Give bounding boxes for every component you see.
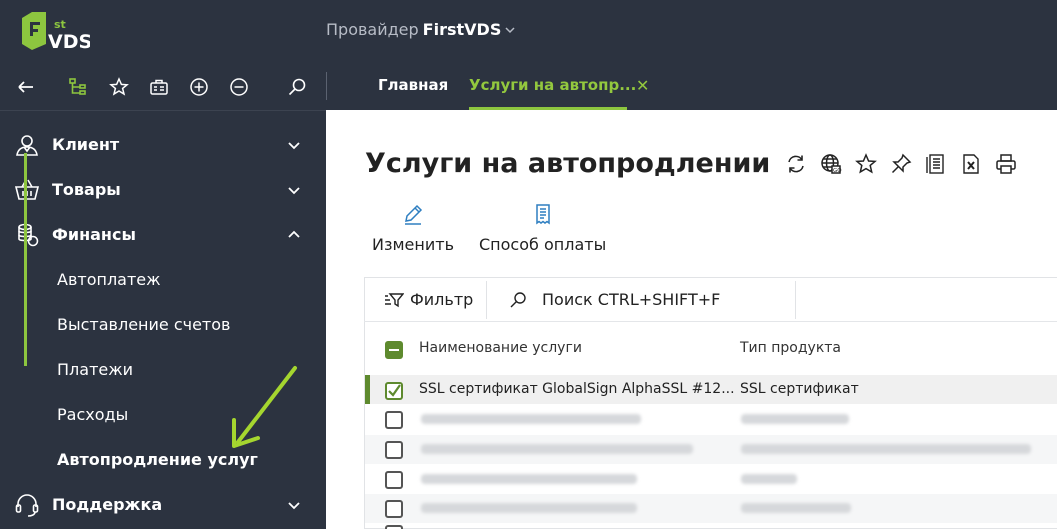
blurred-product-type	[741, 414, 849, 424]
sidebar-item-support[interactable]: Поддержка	[0, 482, 326, 527]
search-icon	[510, 291, 526, 307]
print-icon[interactable]	[994, 152, 1018, 176]
row-checkbox[interactable]	[385, 500, 403, 518]
pointer-arrow-icon	[232, 366, 297, 448]
search-placeholder: Поиск CTRL+SHIFT+F	[542, 290, 721, 309]
receipt-icon	[535, 204, 550, 225]
sidebar-item-label: Клиент	[52, 135, 120, 154]
plus-circle-icon[interactable]	[188, 76, 210, 98]
table-row[interactable]	[365, 523, 1057, 529]
blurred-product-type	[741, 444, 1031, 454]
selected-row-indicator	[365, 375, 370, 404]
globe-icon[interactable]: GO	[819, 152, 843, 176]
chevron-down-icon	[505, 26, 515, 33]
briefcase-icon[interactable]	[148, 76, 170, 98]
row-checkbox[interactable]	[385, 411, 403, 429]
pencil-icon	[405, 204, 423, 225]
filter-button[interactable]: Фильтр	[384, 290, 473, 309]
sidebar-subitem-invoicing[interactable]: Выставление счетов	[57, 315, 230, 334]
sidebar-item-label: Финансы	[52, 225, 136, 244]
blurred-service-name	[421, 444, 693, 454]
sidebar-item-label: Товары	[52, 180, 121, 199]
blurred-product-type	[741, 474, 797, 484]
pin-icon[interactable]	[889, 152, 913, 176]
column-header-type[interactable]: Тип продукта	[740, 340, 841, 356]
toolbar-divider	[326, 72, 327, 100]
blurred-product-type	[741, 503, 851, 513]
star-icon[interactable]	[108, 76, 130, 98]
tab-main[interactable]: Главная	[378, 76, 448, 94]
chevron-down-icon	[288, 501, 300, 509]
column-header-name[interactable]: Наименование услуги	[419, 340, 582, 356]
page-title: Услуги на автопродлении	[365, 148, 771, 179]
sidebar-item-products[interactable]: Товары	[0, 167, 326, 212]
logo-superscript: st	[54, 18, 66, 31]
provider-selector[interactable]: Провайдер FirstVDS	[326, 20, 515, 39]
back-icon[interactable]	[14, 76, 36, 98]
chevron-up-icon	[288, 230, 300, 238]
basket-icon	[14, 179, 40, 200]
search-divider	[795, 281, 796, 319]
firstvds-logo[interactable]: st VDS	[18, 10, 92, 54]
row-product-type: SSL сертификат	[740, 381, 859, 397]
row-checkbox[interactable]	[385, 441, 403, 459]
submenu-indicator	[24, 153, 27, 366]
search-icon[interactable]	[286, 76, 308, 98]
tree-icon[interactable]	[67, 76, 89, 98]
row-service-name: SSL сертификат GlobalSign AlphaSSL #12..…	[419, 381, 735, 397]
row-checkbox[interactable]	[385, 471, 403, 489]
chevron-down-icon	[288, 186, 300, 194]
refresh-icon[interactable]	[784, 152, 808, 176]
excel-icon[interactable]	[959, 152, 983, 176]
sidebar-subitem-autopayment[interactable]: Автоплатеж	[57, 270, 161, 289]
blurred-service-name	[421, 503, 637, 513]
provider-prefix: Провайдер	[326, 20, 419, 39]
chevron-down-icon	[288, 141, 300, 149]
filter-bar: Фильтр Поиск CTRL+SHIFT+F	[364, 278, 1057, 322]
filter-icon	[385, 292, 404, 307]
sidebar-item-client[interactable]: Клиент	[0, 122, 326, 167]
logo-text: VDS	[48, 31, 90, 53]
svg-text:GO: GO	[833, 168, 842, 174]
sidebar-item-label: Поддержка	[52, 495, 163, 514]
select-all-checkbox[interactable]	[385, 341, 403, 359]
sidebar-item-finance[interactable]: Финансы	[0, 212, 326, 257]
provider-name: FirstVDS	[422, 20, 502, 39]
filter-divider	[486, 281, 487, 319]
payment-method-button-label: Способ оплаты	[479, 235, 607, 254]
user-icon	[16, 134, 38, 156]
search-input[interactable]: Поиск CTRL+SHIFT+F	[508, 290, 720, 309]
tab-autorenew[interactable]: Услуги на автопр...	[469, 76, 636, 94]
document-icon[interactable]	[924, 152, 948, 176]
blurred-service-name	[421, 474, 637, 484]
sidebar-subitem-payments[interactable]: Платежи	[57, 360, 133, 379]
coins-icon	[18, 223, 39, 246]
edit-button-label: Изменить	[372, 235, 454, 254]
edit-button[interactable]: Изменить	[372, 203, 454, 254]
minus-circle-icon[interactable]	[228, 76, 250, 98]
close-icon[interactable]: ✕	[636, 76, 649, 95]
title-toolbar: GO	[784, 152, 1018, 176]
payment-method-button[interactable]: Способ оплаты	[479, 203, 606, 254]
headset-icon	[15, 493, 39, 517]
sidebar-subitem-expenses[interactable]: Расходы	[57, 405, 128, 424]
star-icon[interactable]	[854, 152, 878, 176]
row-checkbox[interactable]	[385, 525, 403, 529]
checkmark-icon	[388, 384, 401, 397]
filter-label: Фильтр	[410, 290, 474, 309]
row-checkbox[interactable]	[385, 382, 403, 400]
blurred-service-name	[421, 414, 641, 424]
